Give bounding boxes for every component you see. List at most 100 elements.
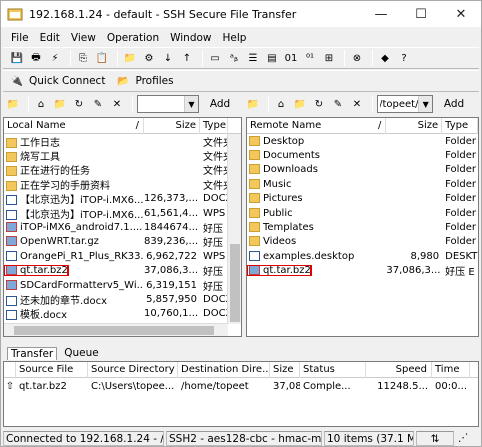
col-source-file[interactable]: Source File — [16, 361, 88, 378]
refresh-icon[interactable]: ↻ — [71, 96, 87, 112]
file-name: Documents — [263, 150, 321, 162]
remote-file-row[interactable]: Documents Folder — [247, 148, 478, 162]
stop-icon[interactable]: ⊗ — [349, 50, 365, 66]
auto-icon[interactable]: ⁰¹ — [302, 50, 318, 66]
copy-icon[interactable]: ⎘ — [75, 50, 91, 66]
bookmark-icon[interactable]: ◆ — [377, 50, 393, 66]
file-type: Folder — [445, 236, 477, 248]
local-file-row[interactable]: 正在学习的手册资料 文件夹 — [4, 177, 241, 192]
transfer-row[interactable]: ⇧ qt.tar.bz2 C:\Users\topee... /home/top… — [4, 378, 478, 394]
col-source-directory[interactable]: Source Directory — [88, 361, 178, 378]
download-icon[interactable]: ↓ — [160, 50, 176, 66]
local-horizontal-scrollbar[interactable] — [4, 323, 228, 336]
remote-file-row[interactable]: qt.tar.bz2 37,086,3... 好压 E — [247, 264, 478, 278]
remote-path-combo[interactable]: /home/topeet ▼ — [377, 95, 433, 113]
col-size[interactable]: Size — [270, 361, 300, 378]
remote-file-row[interactable]: Videos Folder — [247, 235, 478, 249]
quick-connect-button[interactable]: 🔌 Quick Connect — [9, 73, 106, 89]
details-icon[interactable]: ▤ — [264, 50, 280, 66]
maximize-icon[interactable]: ☐ — [401, 1, 441, 27]
col-local-type[interactable]: Type ^ — [200, 118, 228, 134]
up-folder-icon[interactable]: 📁 — [245, 96, 261, 112]
col-speed[interactable]: Speed — [366, 361, 432, 378]
local-file-row[interactable]: OrangePi_R1_Plus_RK33... 6,962,722 WPS — [4, 249, 241, 263]
remote-file-row[interactable]: Pictures Folder — [247, 192, 478, 206]
refresh-icon[interactable]: ↻ — [311, 96, 327, 112]
local-file-row[interactable]: 工作日志 文件夹 — [4, 134, 241, 149]
col-destination-directory[interactable]: Destination Dire... — [178, 361, 270, 378]
tab-transfer[interactable]: Transfer — [7, 347, 58, 360]
file-type: DOCX — [203, 193, 228, 205]
ascii-icon[interactable]: ᵃᵦ — [226, 50, 242, 66]
binary-icon[interactable]: 01 — [283, 50, 299, 66]
home-icon[interactable]: ⌂ — [273, 96, 289, 112]
local-add-button[interactable]: Add — [205, 98, 235, 110]
remote-file-row[interactable]: examples.desktop 8,980 DESKT — [247, 249, 478, 263]
help-icon[interactable]: ? — [396, 50, 412, 66]
remote-file-row[interactable]: Music Folder — [247, 177, 478, 191]
new-folder-icon[interactable]: 📁 — [122, 50, 138, 66]
menu-window[interactable]: Window — [170, 32, 211, 44]
remote-file-row[interactable]: Downloads Folder — [247, 163, 478, 177]
edit-icon[interactable]: ✎ — [330, 96, 346, 112]
delete-icon[interactable]: ✕ — [109, 96, 125, 112]
close-icon[interactable]: ✕ — [441, 1, 481, 27]
local-file-row[interactable]: 正在进行的任务 文件夹 — [4, 163, 241, 177]
delete-icon[interactable]: ✕ — [349, 96, 365, 112]
file-name-wrap: 还未加的章节.docx — [4, 296, 107, 307]
local-file-row[interactable]: 【北京迅为】iTOP-i.MX6...126,373,... DOCX — [4, 192, 241, 206]
connect-toolbar: 🔌 Quick Connect 📂 Profiles — [3, 70, 479, 92]
local-vertical-scrollbar[interactable] — [227, 134, 241, 324]
menu-help[interactable]: Help — [223, 32, 247, 44]
minimize-icon[interactable]: — — [361, 1, 401, 27]
menu-view[interactable]: View — [71, 32, 96, 44]
chevron-down-icon[interactable]: ▼ — [184, 96, 198, 112]
transfer-size: 37,08... — [273, 380, 300, 392]
col-remote-size[interactable]: Size — [386, 118, 443, 134]
list-icon[interactable]: ☰ — [245, 50, 261, 66]
local-file-row[interactable]: 【北京迅为】iTOP-i.MX6... 61,561,4... WPS — [4, 206, 241, 221]
local-file-row[interactable]: qt.tar.bz2 37,086,3... 好压 — [4, 264, 241, 278]
local-file-row[interactable]: SDCardFormatterv5_Wi... 6,319,151 好压 — [4, 278, 241, 293]
local-file-row[interactable]: iTOP-iMX6_android7.1.... 1844674... 好压 — [4, 220, 241, 235]
save-icon[interactable]: 💾 — [9, 50, 25, 66]
col-remote-type[interactable]: Type — [442, 118, 478, 134]
local-path-combo[interactable]: ▼ — [137, 95, 199, 113]
remote-file-row[interactable]: Public Folder — [247, 206, 478, 220]
profiles-button[interactable]: 📂 Profiles — [115, 73, 173, 89]
chevron-down-icon[interactable]: ▼ — [418, 96, 432, 112]
menu-operation[interactable]: Operation — [107, 32, 159, 44]
window-icon[interactable]: ▭ — [207, 50, 223, 66]
remote-file-row[interactable]: Templates Folder — [247, 220, 478, 234]
col-local-name[interactable]: Local Name / — [4, 118, 144, 134]
remote-file-row[interactable]: Desktop Folder — [247, 134, 478, 148]
col-local-size[interactable]: Size — [144, 118, 200, 134]
local-file-row[interactable]: 模板.docx 10,760,1... DOCX — [4, 307, 241, 321]
home-icon[interactable]: ⌂ — [33, 96, 49, 112]
settings-icon[interactable]: ⚙ — [141, 50, 157, 66]
resize-grip-icon[interactable]: ⋰ — [456, 431, 471, 446]
upload-icon[interactable]: ↑ — [179, 50, 195, 66]
folder-icon — [249, 150, 260, 161]
up-folder-icon[interactable]: 📁 — [5, 96, 21, 112]
local-file-row[interactable]: 烧写工具 文件夹 — [4, 148, 241, 163]
menu-file[interactable]: File — [11, 32, 29, 44]
new-folder-icon[interactable]: 📁 — [292, 96, 308, 112]
disconnect-icon[interactable]: ⚡ — [47, 50, 63, 66]
folder-icon — [249, 207, 260, 218]
new-folder-icon[interactable]: 📁 — [52, 96, 68, 112]
paste-icon[interactable]: 📋 — [94, 50, 110, 66]
col-remote-name[interactable]: Remote Name / — [247, 118, 387, 134]
col-time[interactable]: Time — [432, 361, 470, 378]
file-size: 6,319,151 — [146, 279, 197, 291]
remote-add-button[interactable]: Add — [439, 98, 469, 110]
menu-edit[interactable]: Edit — [40, 32, 60, 44]
local-file-row[interactable]: 还未加的章节.docx 5,857,950 DOCX — [4, 292, 241, 307]
local-file-row[interactable]: OpenWRT.tar.gz 839,236,... 好压 — [4, 235, 241, 249]
tab-queue[interactable]: Queue — [61, 347, 102, 360]
col-status[interactable]: Status — [300, 361, 366, 378]
file-type: DOCX — [203, 293, 228, 305]
edit-icon[interactable]: ✎ — [90, 96, 106, 112]
print-icon[interactable]: 🖶 — [28, 50, 44, 66]
mode-icon[interactable]: ⊞ — [321, 50, 337, 66]
